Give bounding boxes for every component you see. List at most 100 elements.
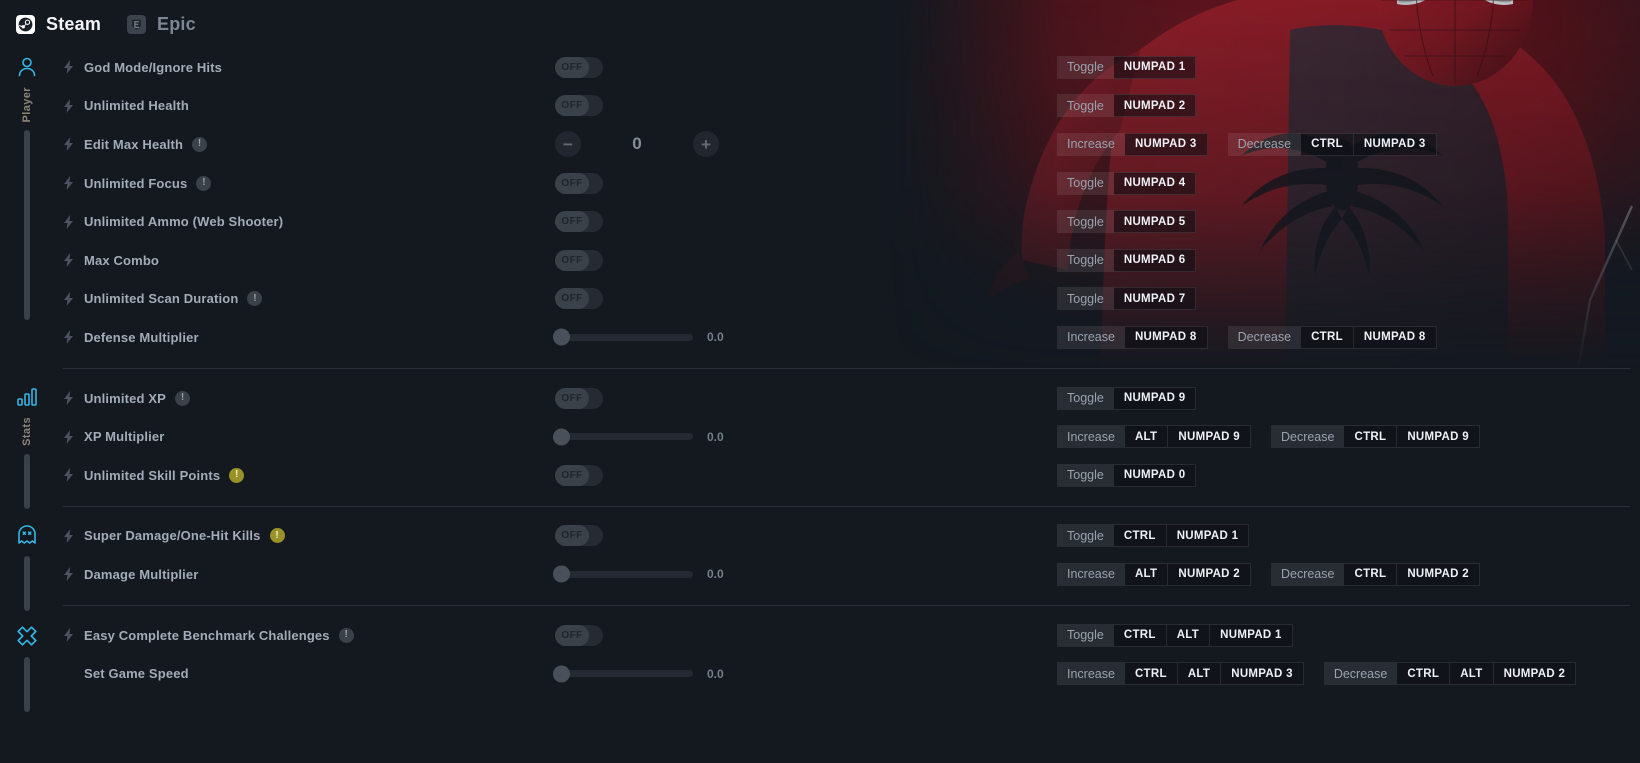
keybind-action-label[interactable]: Toggle <box>1057 55 1114 79</box>
keybind-key[interactable]: NUMPAD 6 <box>1113 248 1197 272</box>
keybind-key[interactable]: ALT <box>1166 623 1211 647</box>
keybind-key[interactable]: NUMPAD 9 <box>1168 425 1251 449</box>
keybind-chip[interactable]: Toggle NUMPAD 5 <box>1057 210 1197 234</box>
keybind-action-label[interactable]: Decrease <box>1270 562 1345 586</box>
keybind-chip[interactable]: Toggle NUMPAD 9 <box>1057 386 1197 410</box>
keybind-key[interactable]: NUMPAD 2 <box>1397 562 1480 586</box>
stepper-value[interactable]: 0 <box>581 134 693 154</box>
bar-chart-icon[interactable] <box>14 384 40 410</box>
keybind-key[interactable]: CTRL <box>1301 325 1354 349</box>
slider-handle[interactable] <box>553 428 570 446</box>
warning-icon[interactable]: ! <box>192 136 208 152</box>
warning-icon[interactable]: ! <box>269 528 285 544</box>
keybind-action-label[interactable]: Toggle <box>1057 94 1114 118</box>
keybind-key[interactable]: NUMPAD 9 <box>1397 425 1480 449</box>
keybind-chip[interactable]: Toggle NUMPAD 6 <box>1057 248 1197 272</box>
keybind-key[interactable]: NUMPAD 8 <box>1353 325 1437 349</box>
toggle-switch[interactable]: OFF <box>555 56 603 78</box>
keybind-key[interactable]: NUMPAD 1 <box>1210 623 1293 647</box>
keybind-chip[interactable]: Toggle NUMPAD 7 <box>1057 287 1197 311</box>
toggle-switch[interactable]: OFF <box>555 211 603 233</box>
tab-steam[interactable]: Steam <box>16 14 101 35</box>
keybind-key[interactable]: ALT <box>1177 662 1222 686</box>
keybind-chip[interactable]: Increase ALT NUMPAD 9 <box>1057 425 1251 449</box>
slider-track[interactable] <box>553 665 693 683</box>
keybind-key[interactable]: NUMPAD 3 <box>1124 132 1208 156</box>
keybind-action-label[interactable]: Increase <box>1057 425 1125 449</box>
ghost-icon[interactable] <box>14 522 40 548</box>
rail-group-section-3[interactable] <box>0 623 53 712</box>
keybind-action-label[interactable]: Decrease <box>1227 132 1302 156</box>
person-icon[interactable] <box>14 54 40 80</box>
rail-group-player[interactable]: Player <box>0 54 53 321</box>
keybind-action-label[interactable]: Decrease <box>1270 425 1345 449</box>
slider-track[interactable] <box>553 428 693 446</box>
keybind-chip[interactable]: Toggle CTRL NUMPAD 1 <box>1057 524 1250 548</box>
toggle-switch[interactable]: OFF <box>555 464 603 486</box>
keybind-key[interactable]: NUMPAD 0 <box>1113 463 1197 487</box>
keybind-chip[interactable]: Increase CTRL ALT NUMPAD 3 <box>1057 662 1304 686</box>
warning-icon[interactable]: ! <box>229 467 245 483</box>
keybind-action-label[interactable]: Toggle <box>1057 463 1114 487</box>
keybind-action-label[interactable]: Increase <box>1057 562 1125 586</box>
keybind-chip[interactable]: Toggle NUMPAD 1 <box>1057 55 1197 79</box>
keybind-action-label[interactable]: Toggle <box>1057 623 1114 647</box>
keybind-chip[interactable]: Decrease CTRL NUMPAD 2 <box>1270 562 1480 586</box>
keybind-key[interactable]: NUMPAD 2 <box>1168 562 1251 586</box>
keybind-key[interactable]: CTRL <box>1113 623 1167 647</box>
keybind-action-label[interactable]: Toggle <box>1057 524 1114 548</box>
warning-icon[interactable]: ! <box>196 175 212 191</box>
keybind-action-label[interactable]: Toggle <box>1057 386 1114 410</box>
keybind-action-label[interactable]: Increase <box>1057 662 1125 686</box>
keybind-key[interactable]: CTRL <box>1301 132 1354 156</box>
keybind-key[interactable]: CTRL <box>1113 524 1167 548</box>
keybind-key[interactable]: ALT <box>1450 662 1494 686</box>
toggle-switch[interactable]: OFF <box>555 525 603 547</box>
keybind-chip[interactable]: Decrease CTRL NUMPAD 9 <box>1270 425 1480 449</box>
keybind-key[interactable]: NUMPAD 2 <box>1113 94 1197 118</box>
keybind-key[interactable]: CTRL <box>1344 425 1398 449</box>
warning-icon[interactable]: ! <box>174 390 190 406</box>
keybind-key[interactable]: NUMPAD 1 <box>1113 55 1197 79</box>
toggle-switch[interactable]: OFF <box>555 172 603 194</box>
slider-handle[interactable] <box>553 665 570 683</box>
rail-group-section-2[interactable] <box>0 522 53 611</box>
keybind-key[interactable]: NUMPAD 2 <box>1493 662 1577 686</box>
keybind-key[interactable]: NUMPAD 9 <box>1113 386 1197 410</box>
keybind-action-label[interactable]: Increase <box>1057 132 1125 156</box>
keybind-chip[interactable]: Decrease CTRL ALT NUMPAD 2 <box>1323 662 1577 686</box>
keybind-key[interactable]: CTRL <box>1124 662 1178 686</box>
tab-epic[interactable]: Epic <box>127 14 196 35</box>
keybind-chip[interactable]: Increase NUMPAD 3 <box>1057 132 1208 156</box>
toggle-switch[interactable]: OFF <box>555 95 603 117</box>
keybind-action-label[interactable]: Increase <box>1057 325 1125 349</box>
keybind-key[interactable]: NUMPAD 3 <box>1221 662 1304 686</box>
keybind-chip[interactable]: Toggle CTRL ALT NUMPAD 1 <box>1057 623 1293 647</box>
slider-track[interactable] <box>553 328 693 346</box>
keybind-action-label[interactable]: Decrease <box>1323 662 1398 686</box>
keybind-key[interactable]: NUMPAD 1 <box>1166 524 1250 548</box>
toggle-switch[interactable]: OFF <box>555 249 603 271</box>
keybind-action-label[interactable]: Toggle <box>1057 287 1114 311</box>
x-cross-icon[interactable] <box>14 623 40 649</box>
slider-handle[interactable] <box>553 565 570 583</box>
keybind-chip[interactable]: Increase ALT NUMPAD 2 <box>1057 562 1251 586</box>
warning-icon[interactable]: ! <box>247 291 263 307</box>
keybind-action-label[interactable]: Toggle <box>1057 248 1114 272</box>
keybind-key[interactable]: NUMPAD 4 <box>1113 171 1197 195</box>
keybind-key[interactable]: ALT <box>1124 425 1169 449</box>
keybind-key[interactable]: CTRL <box>1344 562 1398 586</box>
slider-handle[interactable] <box>553 328 570 346</box>
slider-track[interactable] <box>553 565 693 583</box>
keybind-chip[interactable]: Toggle NUMPAD 2 <box>1057 94 1197 118</box>
keybind-action-label[interactable]: Toggle <box>1057 171 1114 195</box>
toggle-switch[interactable]: OFF <box>555 387 603 409</box>
toggle-switch[interactable]: OFF <box>555 624 603 646</box>
keybind-key[interactable]: NUMPAD 5 <box>1113 210 1197 234</box>
keybind-chip[interactable]: Increase NUMPAD 8 <box>1057 325 1208 349</box>
keybind-chip[interactable]: Decrease CTRL NUMPAD 3 <box>1227 132 1437 156</box>
keybind-key[interactable]: NUMPAD 7 <box>1113 287 1197 311</box>
keybind-key[interactable]: ALT <box>1124 562 1169 586</box>
toggle-switch[interactable]: OFF <box>555 288 603 310</box>
warning-icon[interactable]: ! <box>338 627 354 643</box>
